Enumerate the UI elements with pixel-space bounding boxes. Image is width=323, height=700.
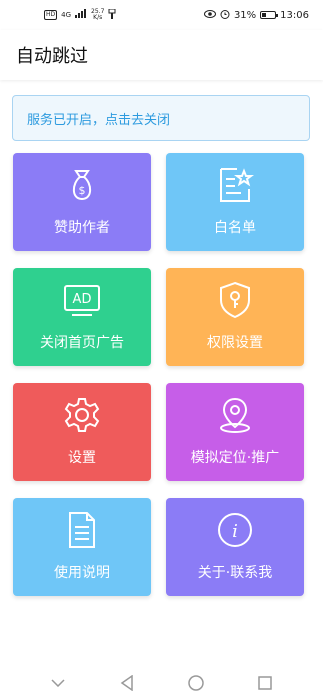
- tile-label: 关于·联系我: [197, 565, 273, 581]
- money-bag-icon: $: [62, 165, 102, 205]
- feature-grid: $ 赞助作者 白名单 AD 关闭首页广告 权限设置 设置 模拟定位·推广 使用说…: [13, 153, 305, 596]
- tile-close-ads[interactable]: AD 关闭首页广告: [13, 268, 151, 366]
- tile-permissions[interactable]: 权限设置: [166, 268, 304, 366]
- usb-icon: [108, 8, 116, 22]
- signal-label: 4G: [61, 11, 72, 19]
- shield-key-icon: [215, 280, 255, 320]
- location-pin-icon: [215, 395, 255, 435]
- nav-collapse-button[interactable]: [46, 671, 70, 695]
- nav-recents-button[interactable]: [253, 671, 277, 695]
- net-speed: 25.7 K/s: [91, 8, 105, 21]
- back-triangle-icon: [120, 675, 133, 691]
- tile-label: 权限设置: [207, 335, 263, 351]
- tile-label: 白名单: [214, 220, 256, 236]
- notice-text: 服务已开启，点击去关闭: [27, 112, 171, 128]
- eye-icon: [203, 9, 216, 21]
- home-circle-icon: [188, 675, 204, 691]
- chevron-down-icon: [51, 679, 65, 687]
- battery-icon: [260, 11, 279, 19]
- page-title: 自动跳过: [16, 46, 88, 67]
- signal-icon: [75, 9, 87, 21]
- whitelist-icon: [215, 165, 255, 205]
- status-bar: HD 4G 25.7 K/s 31% 13:06: [0, 0, 323, 30]
- tile-label: 模拟定位·推广: [190, 450, 280, 466]
- tile-whitelist[interactable]: 白名单: [166, 153, 304, 251]
- svg-text:AD: AD: [73, 292, 92, 307]
- svg-text:i: i: [232, 521, 238, 542]
- status-left: HD 4G 25.7 K/s: [44, 8, 116, 22]
- status-right: 31% 13:06: [203, 9, 309, 22]
- document-icon: [62, 510, 102, 550]
- service-status-notice[interactable]: 服务已开启，点击去关闭: [12, 95, 310, 141]
- tile-label: 设置: [68, 450, 96, 466]
- recents-square-icon: [257, 676, 272, 690]
- tile-instructions[interactable]: 使用说明: [13, 498, 151, 596]
- tile-mock-location[interactable]: 模拟定位·推广: [166, 383, 304, 481]
- app-bar: 自动跳过: [0, 30, 323, 80]
- gear-icon: [62, 395, 102, 435]
- battery-percent: 31%: [233, 9, 257, 21]
- alarm-icon: [220, 9, 230, 22]
- nav-back-button[interactable]: [115, 671, 139, 695]
- tile-label: 使用说明: [54, 565, 110, 581]
- clock: 13:06: [280, 9, 309, 21]
- tile-label: 赞助作者: [54, 220, 110, 236]
- system-nav-bar: [0, 666, 323, 700]
- svg-text:$: $: [79, 184, 86, 197]
- info-icon: i: [215, 510, 255, 550]
- tile-label: 关闭首页广告: [40, 335, 124, 351]
- tile-settings[interactable]: 设置: [13, 383, 151, 481]
- tile-about-contact[interactable]: i 关于·联系我: [166, 498, 304, 596]
- nav-home-button[interactable]: [184, 671, 208, 695]
- tile-sponsor[interactable]: $ 赞助作者: [13, 153, 151, 251]
- ad-icon: AD: [62, 280, 102, 320]
- hd-badge: HD: [44, 10, 58, 20]
